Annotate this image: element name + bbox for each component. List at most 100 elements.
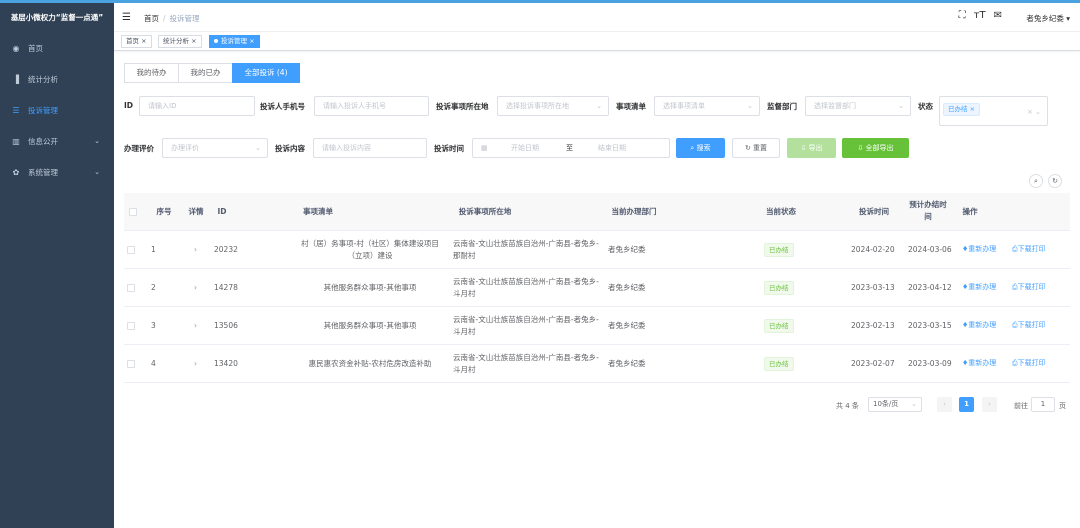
status-chip: 已办结 ×	[943, 103, 981, 116]
hamburger-icon[interactable]: ☰	[122, 12, 131, 23]
breadcrumb-home[interactable]: 首页	[144, 14, 159, 23]
redo-label: 重新办理	[968, 359, 997, 367]
chevron-down-icon: ⌄	[596, 102, 602, 110]
end-date-placeholder: 结束日期	[598, 144, 626, 152]
search-button[interactable]: ⌕ 搜索	[676, 138, 725, 158]
evaluation-select[interactable]: 办理评价 ⌄	[162, 138, 268, 158]
chevron-down-icon: ⌄	[911, 400, 917, 408]
phone-input[interactable]: 请输入投诉人手机号	[314, 96, 429, 116]
export-all-button[interactable]: ⇩ 全部导出	[842, 138, 909, 158]
export-button[interactable]: ⇩ 导出	[787, 138, 836, 158]
user-dropdown[interactable]: 者兔乡纪委 ▾	[1026, 13, 1070, 24]
print-label: 下载打印	[1017, 283, 1046, 291]
id-input[interactable]: 请输入ID	[139, 96, 255, 116]
print-button[interactable]: ⎙下载打印	[1012, 358, 1046, 368]
tab-all-complaints[interactable]: 全部投诉 (4)	[232, 63, 300, 83]
sidebar-item-statistics[interactable]: ▐ 统计分析	[0, 64, 114, 95]
item-select[interactable]: 选择事项清单 ⌄	[654, 96, 760, 116]
dashboard-icon: ◉	[12, 44, 20, 53]
phone-placeholder: 请输入投诉人手机号	[323, 102, 386, 110]
col-detail: 详情	[188, 207, 204, 216]
redo-button[interactable]: ♦重新办理	[962, 244, 996, 254]
redo-label: 重新办理	[968, 321, 997, 329]
prev-page-button[interactable]: ‹	[937, 397, 952, 412]
sidebar-item-home[interactable]: ◉ 首页	[0, 33, 114, 64]
col-ops: 操作	[962, 207, 978, 216]
goto-page-input[interactable]: 1	[1031, 397, 1055, 412]
id-placeholder: 请输入ID	[148, 102, 177, 110]
expand-arrow-icon[interactable]: ›	[194, 282, 197, 294]
row-checkbox[interactable]	[127, 322, 135, 330]
table-row[interactable]: 4 › 13420 惠民惠农资金补贴-农村危房改造补助 云南省-文山壮族苗族自治…	[124, 345, 1070, 383]
table-row[interactable]: 2 › 14278 其他服务群众事项-其他事项 云南省-文山壮族苗族自治州-广南…	[124, 269, 1070, 307]
row-no: 2	[151, 283, 156, 292]
tag-statistics[interactable]: 统计分析 ×	[158, 35, 202, 48]
dept-select[interactable]: 选择监督部门 ⌄	[805, 96, 911, 116]
header: ☰ 首页 / 投诉管理 ⛶ ᴛT ✉ 者兔乡纪委 ▾	[114, 3, 1080, 32]
col-location: 投诉事项所在地	[458, 207, 512, 216]
page-size-select[interactable]: 10条/页 ⌄	[868, 397, 922, 412]
location-select[interactable]: 选择投诉事项所在地 ⌄	[497, 96, 609, 116]
reset-button[interactable]: ↻ 重置	[732, 138, 780, 158]
date-range-picker[interactable]: ▦ 开始日期 至 结束日期	[472, 138, 670, 158]
font-size-icon[interactable]: ᴛT	[974, 10, 986, 21]
row-location: 云南省-文山壮族苗族自治州-广南县-者兔乡-斗月村	[453, 315, 599, 336]
row-checkbox[interactable]	[127, 360, 135, 368]
close-icon[interactable]: ×	[249, 37, 254, 45]
next-page-button[interactable]: ›	[982, 397, 997, 412]
chevron-down-icon: ⌄	[255, 144, 261, 152]
redo-button[interactable]: ♦重新办理	[962, 358, 996, 368]
close-icon[interactable]: ×	[191, 37, 196, 45]
close-icon[interactable]: ×	[970, 105, 975, 113]
print-label: 下载打印	[1017, 321, 1046, 329]
mail-icon[interactable]: ✉	[994, 10, 1002, 21]
date-range-separator: 至	[566, 144, 573, 152]
chevron-down-icon: ⌄	[747, 102, 753, 110]
gear-icon: ✿	[12, 168, 20, 177]
sidebar-item-complaints[interactable]: ☰ 投诉管理	[0, 95, 114, 126]
status-label: 状态	[918, 102, 933, 111]
dept-placeholder: 选择监督部门	[814, 102, 856, 110]
tag-complaints[interactable]: 投诉管理 ×	[209, 35, 260, 48]
redo-button[interactable]: ♦重新办理	[962, 320, 996, 330]
expand-arrow-icon[interactable]: ›	[194, 244, 197, 256]
fullscreen-icon[interactable]: ⛶	[959, 10, 966, 21]
sidebar-item-system[interactable]: ✿ 系统管理 ⌄	[0, 157, 114, 188]
row-status-badge: 已办结	[764, 357, 794, 371]
tab-my-done[interactable]: 我的已办	[178, 63, 233, 83]
row-location: 云南省-文山壮族苗族自治州-广南县-者兔乡-斗月村	[453, 353, 599, 374]
row-time: 2023-03-13	[851, 283, 895, 292]
sidebar-item-info-public[interactable]: ▥ 信息公开 ⌄	[0, 126, 114, 157]
row-checkbox[interactable]	[127, 284, 135, 292]
search-toggle-icon[interactable]: ⌕	[1029, 174, 1043, 188]
print-label: 下载打印	[1017, 359, 1046, 367]
redo-button[interactable]: ♦重新办理	[962, 282, 996, 292]
tag-home[interactable]: 首页 ×	[121, 35, 152, 48]
row-item: 村（居）务事项-村（社区）集体建设项目（立项）建设	[301, 239, 439, 260]
row-id: 20232	[214, 245, 238, 254]
col-due: 预计办结时间	[909, 200, 947, 221]
row-checkbox[interactable]	[127, 246, 135, 254]
location-placeholder: 选择投诉事项所在地	[506, 102, 569, 110]
expand-arrow-icon[interactable]: ›	[194, 320, 197, 332]
refresh-icon: ↻	[744, 144, 751, 152]
row-location: 云南省-文山壮族苗族自治州-广南县-者兔乡-那耐村	[453, 239, 599, 260]
tab-my-todo[interactable]: 我的待办	[124, 63, 179, 83]
tag-label: 统计分析	[163, 37, 189, 45]
phone-label: 投诉人手机号	[260, 102, 305, 111]
row-location: 云南省-文山壮族苗族自治州-广南县-者兔乡-斗月村	[453, 277, 599, 298]
content-label: 投诉内容	[275, 144, 305, 153]
select-all-checkbox[interactable]	[129, 208, 137, 216]
print-button[interactable]: ⎙下载打印	[1012, 282, 1046, 292]
table-row[interactable]: 3 › 13506 其他服务群众事项-其他事项 云南省-文山壮族苗族自治州-广南…	[124, 307, 1070, 345]
refresh-icon[interactable]: ↻	[1048, 174, 1062, 188]
print-button[interactable]: ⎙下载打印	[1012, 320, 1046, 330]
print-button[interactable]: ⎙下载打印	[1012, 244, 1046, 254]
close-icon[interactable]: ×	[141, 37, 146, 45]
content-input[interactable]: 请输入投诉内容	[313, 138, 427, 158]
expand-arrow-icon[interactable]: ›	[194, 358, 197, 370]
page-number-button[interactable]: 1	[959, 397, 974, 412]
chevron-down-icon: ⌄	[94, 137, 100, 145]
sidebar: 基层小微权力“监督一点通” ◉ 首页 ▐ 统计分析 ☰ 投诉管理 ▥ 信息公开 ⌄ ✿ 系…	[0, 3, 114, 528]
table-row[interactable]: 1 › 20232 村（居）务事项-村（社区）集体建设项目（立项）建设 云南省-…	[124, 231, 1070, 269]
